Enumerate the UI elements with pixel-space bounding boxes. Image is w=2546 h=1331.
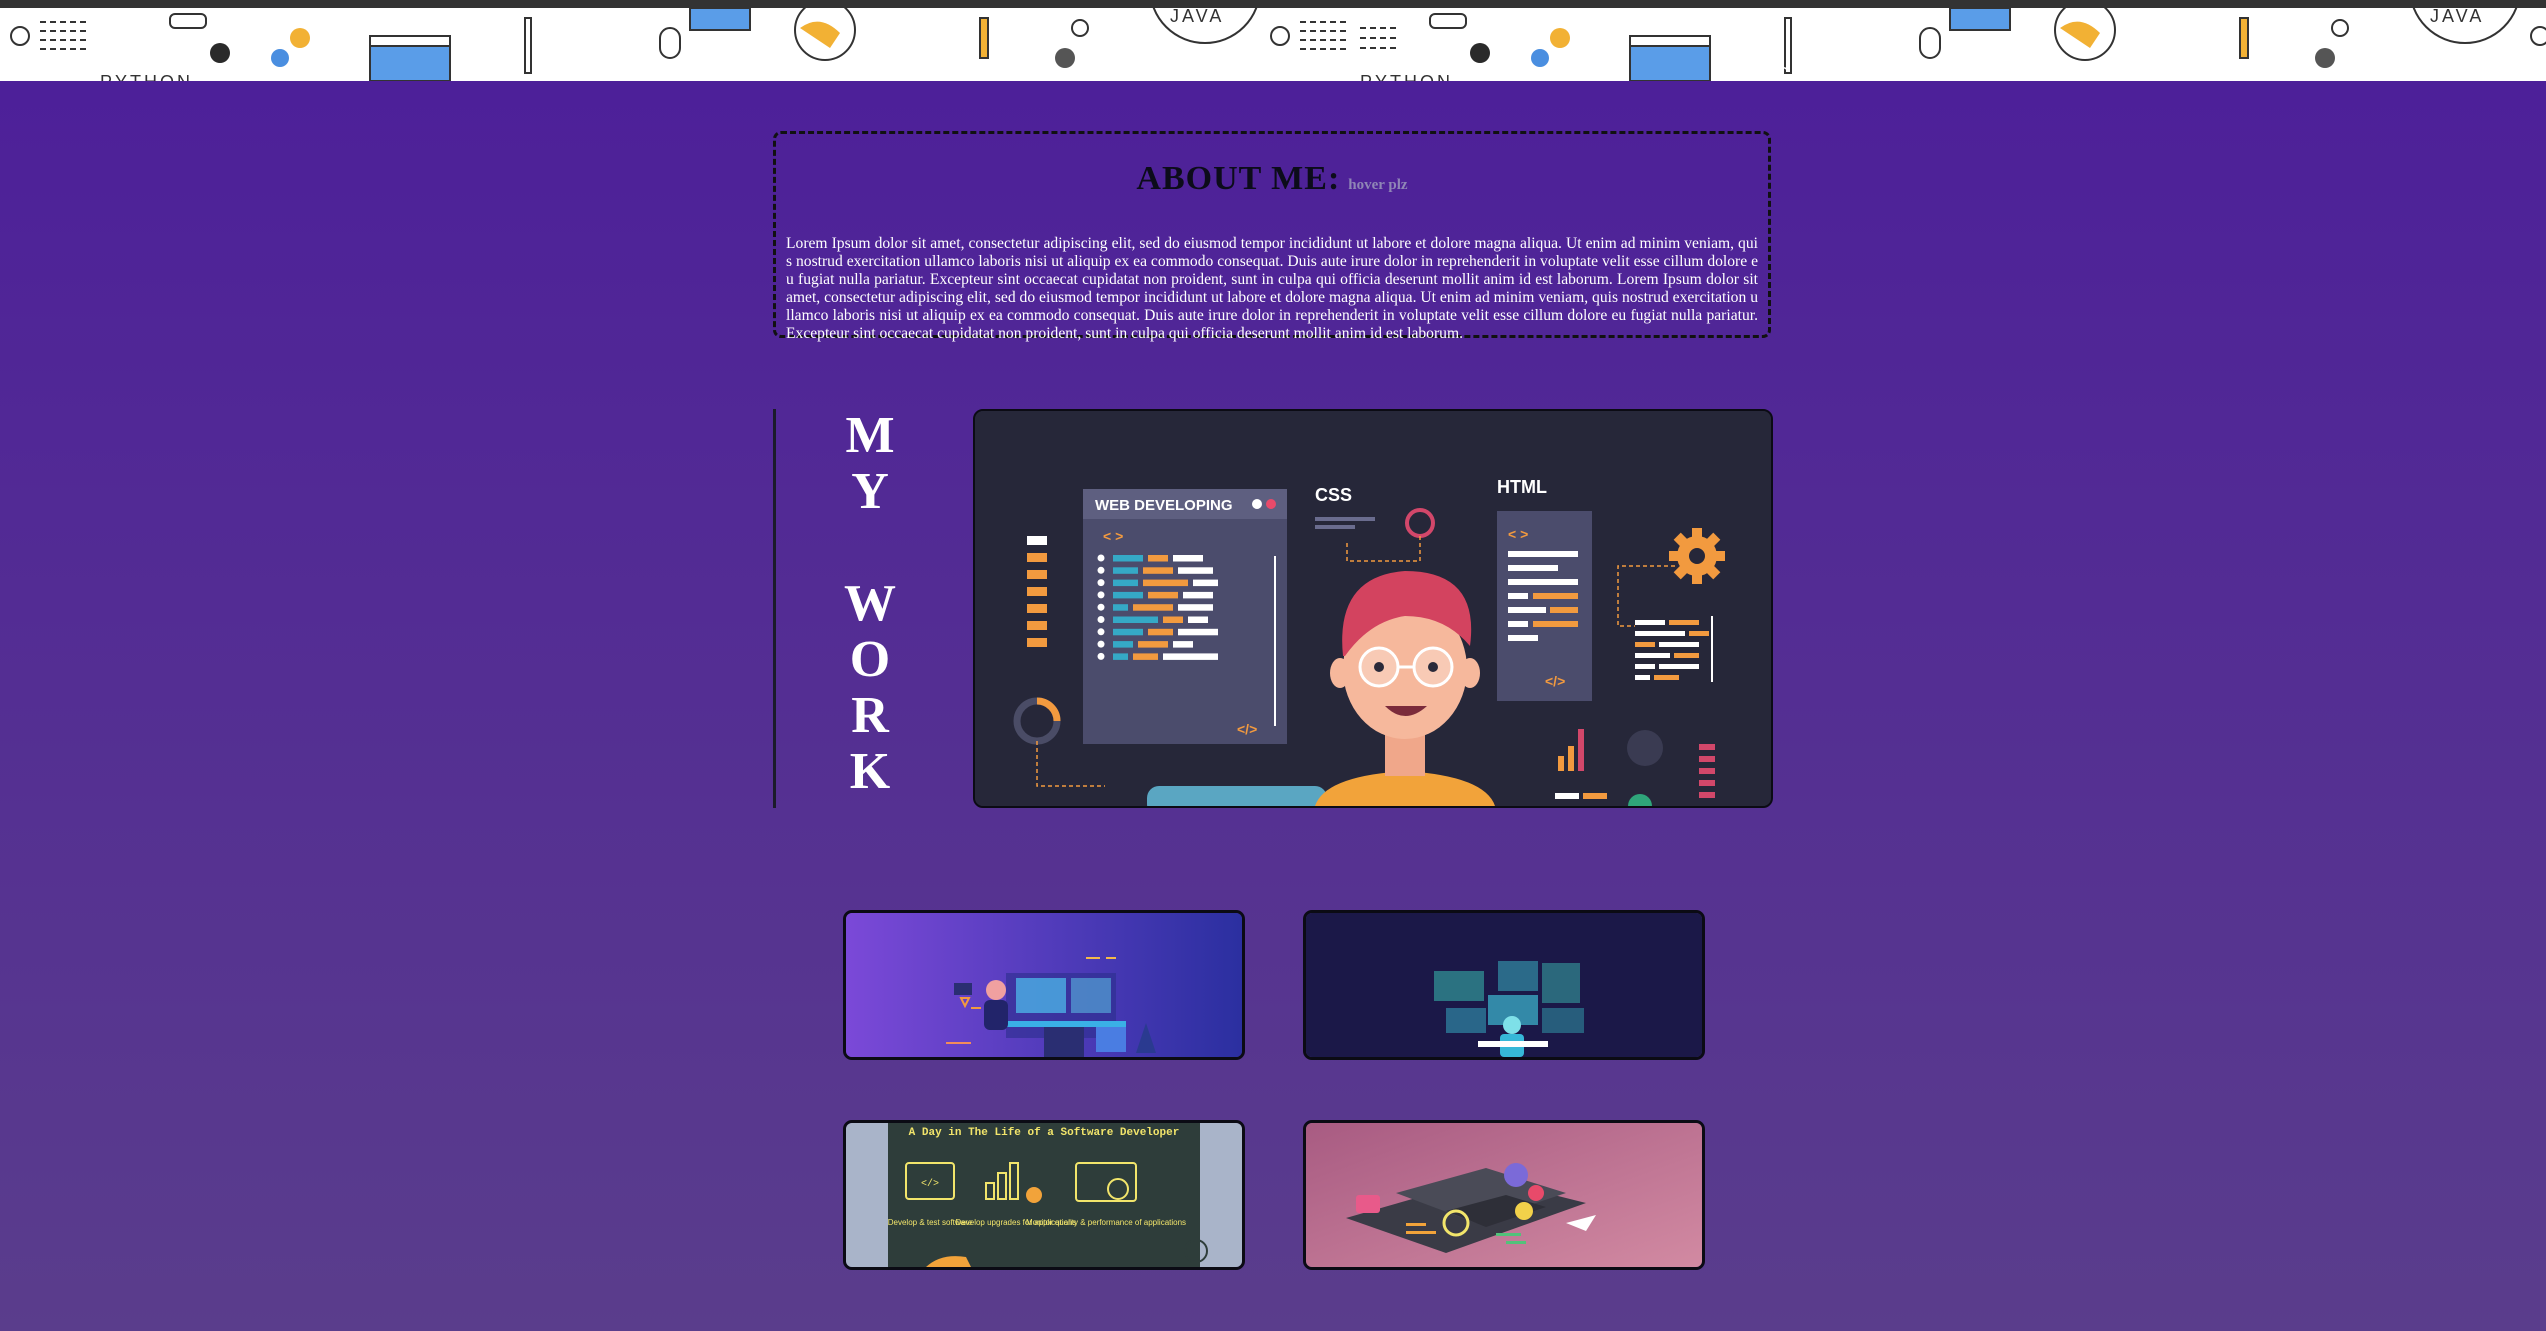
about-section[interactable]: ABOUT ME: hover plz Lorem Ipsum dolor sit… xyxy=(773,131,1771,342)
hero-image-web-developing[interactable]: WEB DEVELOPING < > </> CSS HTML < > </> xyxy=(973,409,1773,808)
heading-letter: O xyxy=(849,631,891,688)
project-tile-developer-desk[interactable] xyxy=(843,910,1245,1060)
hover-hint: hover plz xyxy=(1348,177,1408,193)
banner-label: JAVA xyxy=(1170,8,1224,26)
html-label: HTML xyxy=(1497,477,1547,497)
banner-label: C++ xyxy=(474,64,517,81)
banner-label: JAVA xyxy=(2430,8,2484,26)
tile-image xyxy=(1306,913,1702,1057)
top-edge xyxy=(0,0,2546,8)
header-banner: JAVA C++ PYTHON JAVA C++ PYTHON xyxy=(0,8,2546,81)
project-tile-day-in-life[interactable]: A Day in The Life of a Software Develope… xyxy=(843,1120,1245,1270)
svg-text:</>: </> xyxy=(1545,673,1565,689)
heading-letter: K xyxy=(849,743,891,800)
my-work-heading: M Y W O R K xyxy=(820,408,920,800)
about-text: Lorem Ipsum dolor sit amet, consectetur … xyxy=(786,234,1758,342)
heading-letter xyxy=(820,520,920,576)
about-heading: ABOUT ME: hover plz xyxy=(776,160,1768,198)
banner-label: PYTHON xyxy=(100,72,193,81)
css-label: CSS xyxy=(1315,485,1352,505)
tile-image xyxy=(846,913,1242,1057)
my-work-divider xyxy=(773,409,776,808)
project-tile-developer-screens[interactable] xyxy=(1303,910,1705,1060)
svg-text:< >: < > xyxy=(1508,526,1528,542)
infographic-caption-3: Monitor quality & performance of applica… xyxy=(1026,1218,1186,1227)
heading-letter: W xyxy=(844,575,896,632)
about-title: ABOUT ME: xyxy=(1136,160,1341,197)
banner-label: PYTHON xyxy=(1360,72,1453,81)
svg-text:</>: </> xyxy=(921,1178,939,1190)
tile-image: A Day in The Life of a Software Develope… xyxy=(846,1123,1242,1267)
doodle-pattern: JAVA C++ PYTHON JAVA C++ PYTHON xyxy=(10,8,2546,81)
project-tile-3d-editor[interactable] xyxy=(1303,1120,1705,1270)
hero-illustration: WEB DEVELOPING < > </> CSS HTML < > </> xyxy=(975,411,1771,806)
heading-letter: Y xyxy=(851,463,889,520)
tile-image xyxy=(1306,1123,1702,1267)
tag-open: < > xyxy=(1103,528,1123,544)
heading-letter: R xyxy=(851,687,889,744)
infographic-title: A Day in The Life of a Software Develope… xyxy=(909,1127,1180,1139)
panel-title: WEB DEVELOPING xyxy=(1095,497,1233,514)
tag-close: </> xyxy=(1237,721,1257,737)
heading-letter: M xyxy=(845,407,895,464)
banner-label: C++ xyxy=(1776,64,1819,81)
